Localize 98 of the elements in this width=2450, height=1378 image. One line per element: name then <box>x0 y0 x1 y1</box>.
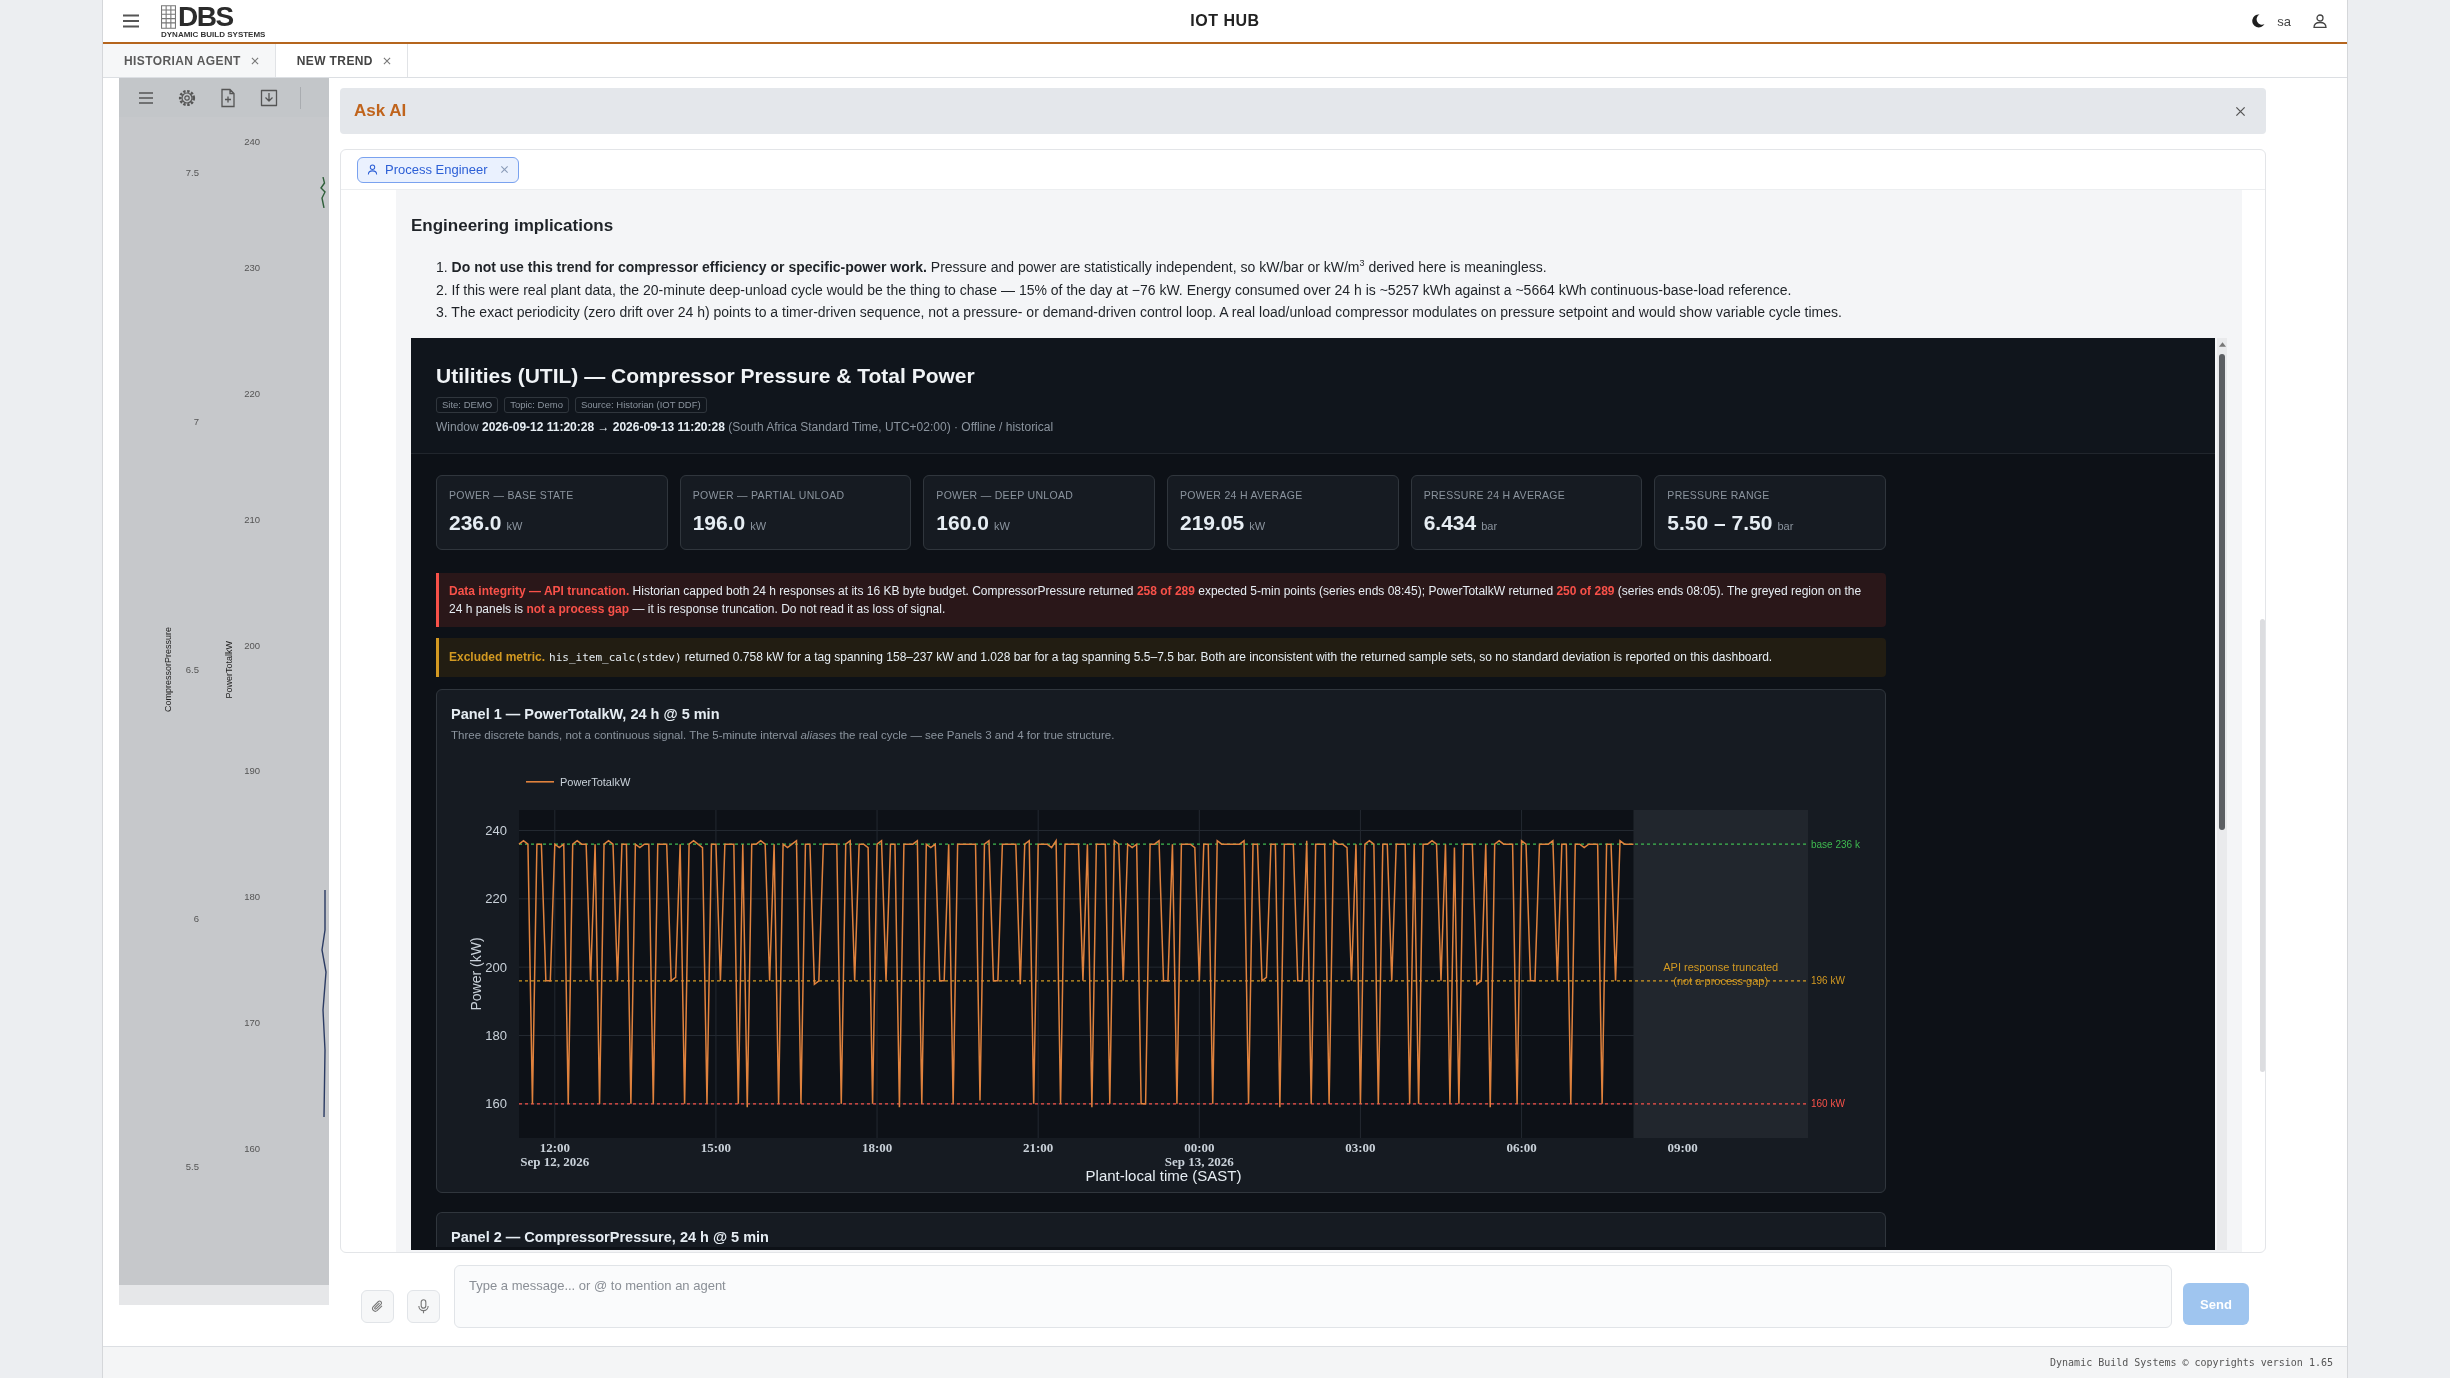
reference-label: 196 kW <box>1811 974 1845 986</box>
axis-tick-label: 03:00 <box>1345 1139 1376 1155</box>
axis-tick-label: 00:00 Sep 13, 2026 <box>1164 1139 1234 1169</box>
tab[interactable]: HISTORIAN AGENT <box>103 44 276 77</box>
close-icon[interactable] <box>499 165 509 174</box>
kpi-unit: bar <box>1481 519 1498 532</box>
axis-tick-label: 06:00 <box>1506 1139 1537 1155</box>
card-subtitle: Three discrete bands, not a continuous signal. The 5-minute interval aliases the real cycle — see Panels 3 and 4 for true structure. <box>451 727 1116 743</box>
axis-tick-label: 6.5 <box>185 663 199 677</box>
axis-tick-label: 240 <box>485 822 507 838</box>
close-icon[interactable] <box>2235 105 2246 117</box>
logo-text: DBS <box>178 3 233 30</box>
mic-button[interactable] <box>407 1290 440 1323</box>
user-name: sa <box>2277 13 2291 29</box>
time-window-text: Window 2026-09-12 11:20:28 → 2026-09-13 11:20:28 (South Africa Standard Time, UTC+02:00) · Offline / historical <box>436 418 1055 435</box>
kpi-unit: kW <box>750 519 767 532</box>
person-icon <box>367 164 378 175</box>
alert-banner: Data integrity — API truncation. Historian capped both 24 h responses at its 16 KB byte budget. CompressorPressure returned 258 of 289 expected 5-min points (series ends 08:45); PowerTotalkW returned 250 of 289 (series ends 08:05). The greyed region on the 24 h panels is not a process gap — it is response truncation. Do not read it as loss of signal. <box>436 572 1886 627</box>
app-title: IOT HUB <box>1190 12 1260 30</box>
section-heading: Engineering implications <box>411 215 615 237</box>
kpi-value: 236.0 <box>449 509 502 536</box>
info-tag: Site: DEMO <box>436 396 499 413</box>
kpi-unit: kW <box>1249 519 1266 532</box>
scroll-up-icon[interactable] <box>2218 341 2226 347</box>
info-tag: Topic: Demo <box>504 396 569 413</box>
axis-tick-label: 240 <box>244 135 260 149</box>
axis-tick-label: 230 <box>244 260 260 275</box>
kpi-unit: bar <box>1777 519 1794 532</box>
axis-tick-label: 5.5 <box>185 1160 199 1174</box>
kpi-label: POWER 24 H AVERAGE <box>1180 487 1304 502</box>
close-icon[interactable] <box>250 56 259 65</box>
close-icon[interactable] <box>382 56 391 65</box>
list-item: 1. Do not use this trend for compressor efficiency or specific-power work. Pressure and power are statistically independent, so kW/bar or kW/m$^{3}$ derived here is meaningless. <box>436 257 1548 277</box>
axis-title: CompressorPressure <box>163 627 173 713</box>
kpi-value: 196.0 <box>692 509 746 536</box>
axis-tick-label: 12:00 Sep 12, 2026 <box>520 1139 590 1169</box>
alert-banner: Excluded metric. his_item_calc(stdev) returned 0.758 kW for a tag spanning 158–237 kW and 1.028 bar for a tag spanning 5.5–7.5 bar. Both are inconsistent with the returned sample sets, so no standard deviation is reported on this dashboard. <box>436 637 1886 677</box>
kpi-unit: kW <box>993 519 1010 532</box>
trend-line <box>319 177 327 208</box>
axis-title: Power (kW) <box>468 936 484 1011</box>
menu-icon[interactable] <box>123 14 139 28</box>
axis-tick-label: 160 <box>244 1142 260 1156</box>
kpi-label: POWER — BASE STATE <box>449 487 575 502</box>
axis-tick-label: 7.5 <box>185 166 199 180</box>
moon-icon[interactable] <box>2251 14 2266 28</box>
logo-tagline: DYNAMIC BUILD SYSTEMS <box>161 30 266 39</box>
axis-tick-label: 200 <box>244 638 260 653</box>
list-item: 3. The exact periodicity (zero drift over 24 h) points to a timer-driven sequence, not a pressure- or demand-driven control loop. A real load/unload compressor modulates on pressure setpoint and would show variable cycle times. <box>436 303 1843 322</box>
axis-tick-label: 7 <box>193 414 199 429</box>
kpi-label: POWER — PARTIAL UNLOAD <box>692 487 846 502</box>
footer-text: Dynamic Build Systems © copyrights version 1.65 <box>2050 1357 2333 1368</box>
axis-tick-label: 170 <box>244 1016 260 1031</box>
scrollbar-thumb[interactable] <box>2219 353 2225 830</box>
legend-label: PowerTotalkW <box>560 775 631 788</box>
axis-tick-label: 180 <box>244 890 260 905</box>
axis-tick-label: 09:00 <box>1667 1139 1698 1155</box>
scrollbar-thumb[interactable] <box>2260 619 2265 1072</box>
card-title: Panel 1 — PowerTotalkW, 24 h @ 5 min <box>451 704 721 724</box>
axis-tick-label: 220 <box>244 386 260 401</box>
kpi-label: PRESSURE 24 H AVERAGE <box>1423 487 1567 502</box>
kpi-value: 160.0 <box>936 509 989 536</box>
add-file-icon[interactable] <box>218 87 238 108</box>
kpi-value: 5.50 – 7.50 <box>1667 509 1773 536</box>
dialog-title: Ask AI <box>354 101 407 121</box>
kpi-value: 6.434 <box>1423 509 1477 536</box>
axis-title: PowerTotalkW <box>224 641 234 699</box>
agent-chip[interactable]: Process Engineer <box>357 156 519 183</box>
dashboard-title: Utilities (UTIL) — Compressor Pressure & Total Power <box>436 362 976 389</box>
info-tag: Source: Historian (IOT DDF) <box>574 396 707 413</box>
list-item: 2. If this were real plant data, the 20-minute deep-unload cycle would be the thing to chase — 15% of the day at −76 kW. Energy consumed over 24 h is ~5257 kWh against a ~5664 kWh continuous-base-load reference. <box>436 280 1793 300</box>
legend-line-icon <box>526 780 554 783</box>
user-icon[interactable] <box>2313 14 2327 28</box>
reference-label: base 236 k <box>1811 838 1860 850</box>
axis-tick-label: 15:00 <box>700 1139 732 1155</box>
microphone-icon <box>417 1299 430 1314</box>
card-title: Panel 2 — CompressorPressure, 24 h @ 5 min <box>451 1227 770 1247</box>
axis-tick-label: 6 <box>193 911 199 926</box>
kpi-value: 219.05 <box>1180 509 1245 536</box>
axis-tick-label: 220 <box>485 890 507 906</box>
axis-tick-label: 210 <box>244 512 260 527</box>
axis-tick-label: 190 <box>244 764 260 779</box>
kpi-label: PRESSURE RANGE <box>1667 487 1771 502</box>
reference-label: 160 kW <box>1811 1097 1845 1109</box>
annotation-text: API response truncated (not a process gap) <box>1663 960 1779 987</box>
axis-tick-label: 160 <box>485 1095 507 1111</box>
kpi-label: POWER — DEEP UNLOAD <box>936 487 1075 502</box>
paperclip-icon <box>371 1299 384 1314</box>
download-icon[interactable] <box>259 87 279 108</box>
logo-grid-icon <box>161 4 176 29</box>
settings-icon[interactable] <box>177 87 197 108</box>
axis-tick-label: 200 <box>485 959 507 975</box>
scrollbar[interactable] <box>2217 337 2227 1250</box>
axis-tick-label: 180 <box>485 1027 507 1043</box>
kpi-unit: kW <box>506 519 523 532</box>
message-input[interactable]: Type a message... or @ to mention an agent <box>454 1265 2172 1328</box>
attach-button[interactable] <box>361 1290 394 1323</box>
axis-tick-label: 21:00 <box>1023 1139 1054 1155</box>
axis-tick-label: 18:00 <box>861 1139 893 1155</box>
